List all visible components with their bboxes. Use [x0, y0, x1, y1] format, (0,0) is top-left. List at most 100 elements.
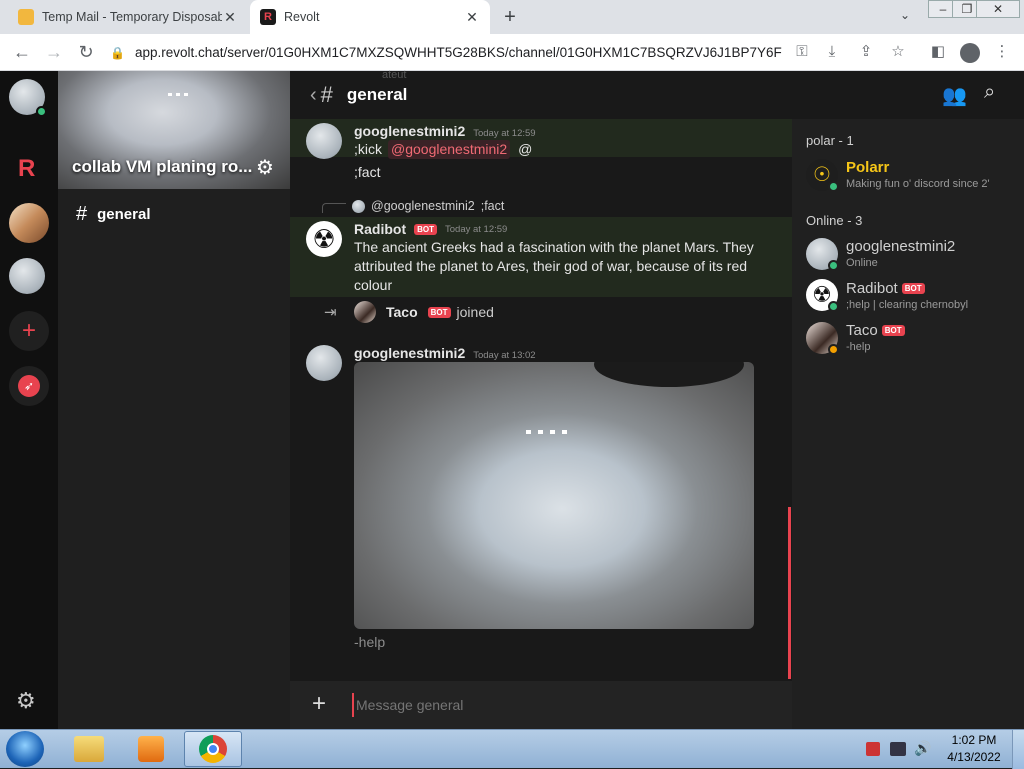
channel-item-general[interactable]: # general: [58, 199, 290, 229]
server-settings-gear-icon[interactable]: ⚙: [256, 155, 274, 180]
address-bar[interactable]: 🔒 app.revolt.chat/server/01G0HXM1C7MXZSQ…: [110, 39, 790, 66]
new-tab-button[interactable]: +: [498, 4, 522, 30]
channel-title: general: [346, 85, 408, 104]
tab-title: Temp Mail - Temporary Disposable: [42, 10, 222, 24]
message-author[interactable]: Radibot: [354, 221, 406, 237]
message-timestamp: Today at 13:02: [473, 350, 536, 361]
chrome-taskbar-button[interactable]: [184, 731, 242, 767]
message-header: googlenestmini2 Today at 13:02: [354, 345, 536, 361]
add-server-icon[interactable]: +: [9, 311, 49, 351]
clock-time[interactable]: 1:02 PM: [944, 733, 1004, 747]
key-icon[interactable]: ⚿: [792, 42, 812, 62]
member-name[interactable]: Polarr: [846, 159, 889, 176]
member-status: ;help | clearing chernobyl: [846, 299, 969, 311]
server-name[interactable]: collab VM planing ro...: [72, 157, 252, 177]
explorer-icon[interactable]: [74, 736, 104, 762]
back-chevron-icon[interactable]: ‹: [310, 84, 317, 107]
member-name[interactable]: Radibot: [846, 280, 898, 297]
reply-text: ;fact: [480, 199, 505, 213]
radiation-avatar-icon[interactable]: ☢: [306, 221, 342, 257]
message-text: ;kick: [354, 141, 382, 157]
members-icon[interactable]: 👥: [942, 83, 967, 108]
join-arrow-icon: ⇥: [324, 304, 337, 321]
browser-tab-strip: Temp Mail - Temporary Disposable ✕ R Rev…: [0, 0, 1024, 34]
server-bar: R + ➶ ⚙: [0, 71, 58, 729]
message-text: The ancient Greeks had a fascination wit…: [354, 239, 754, 293]
message-author[interactable]: googlenestmini2: [354, 123, 465, 139]
server-icon-pyramid[interactable]: [9, 203, 49, 243]
reply-connector: [322, 203, 346, 213]
join-text: joined: [456, 304, 494, 320]
online-status-dot: [828, 260, 839, 271]
tab-search-icon[interactable]: ⌄: [896, 8, 914, 26]
bot-badge: BOT: [427, 306, 451, 318]
tab-title: Revolt: [284, 10, 320, 24]
tray-network-icon[interactable]: [890, 742, 906, 756]
message-text: -help: [354, 634, 386, 650]
profile-avatar-icon[interactable]: [960, 43, 980, 63]
close-window-button[interactable]: ✕: [976, 0, 1020, 18]
revolt-home-icon[interactable]: R: [18, 155, 35, 183]
sidepanel-icon[interactable]: ◧: [928, 42, 948, 62]
tab-revolt[interactable]: R Revolt ✕: [250, 0, 490, 34]
member-name[interactable]: Taco: [846, 322, 878, 339]
member-status: Making fun o' discord since 2': [846, 178, 990, 190]
tray-flag-icon[interactable]: [866, 742, 880, 756]
menu-icon[interactable]: ⋮: [992, 42, 1012, 62]
mention[interactable]: @googlenestmini2: [388, 140, 511, 159]
url-text: app.revolt.chat/server/01G0HXM1C7MXZSQWH…: [134, 45, 782, 60]
member-name[interactable]: googlenestmini2: [846, 238, 955, 255]
settings-gear-icon[interactable]: ⚙: [16, 688, 36, 714]
scrollbar[interactable]: [788, 507, 791, 679]
back-icon[interactable]: ←: [10, 40, 34, 64]
online-status-dot: [828, 301, 839, 312]
member-status: -help: [846, 341, 871, 353]
message-body: ;kick @googlenestmini2 @: [354, 140, 532, 159]
upload-plus-icon[interactable]: +: [312, 690, 326, 718]
clock-date[interactable]: 4/13/2022: [944, 750, 1004, 764]
online-status-dot: [36, 106, 47, 117]
member-group-title: Online - 3: [806, 213, 863, 228]
star-icon[interactable]: ☆: [888, 42, 908, 62]
reload-icon[interactable]: ↻: [74, 40, 98, 64]
start-orb-icon[interactable]: [6, 731, 44, 767]
tray-volume-icon[interactable]: 🔊: [914, 740, 931, 757]
avatar[interactable]: [306, 123, 342, 159]
message-input[interactable]: [352, 693, 772, 717]
idle-status-dot: [828, 344, 839, 355]
member-name-row: Taco BOT: [846, 322, 905, 339]
channel-header: ‹ # general: [290, 71, 792, 119]
channel-label: general: [97, 205, 151, 223]
taco-avatar[interactable]: [354, 301, 376, 323]
show-desktop-button[interactable]: [1012, 730, 1024, 769]
revolt-favicon-icon: R: [260, 9, 276, 25]
close-tab-icon[interactable]: ✕: [222, 9, 238, 26]
members-panel: [792, 119, 1024, 729]
forward-icon[interactable]: →: [42, 40, 66, 64]
member-sidebar: 👥 ⌕ polar - 1 ☉ Polarr Making fun o' dis…: [792, 71, 1024, 729]
bot-badge: BOT: [414, 223, 437, 235]
tab-temp-mail[interactable]: Temp Mail - Temporary Disposable ✕: [8, 0, 248, 34]
download-icon[interactable]: ⤓: [822, 42, 842, 62]
avatar[interactable]: [306, 345, 342, 381]
message-image-attachment[interactable]: [354, 362, 754, 629]
message-header: googlenestmini2 Today at 12:59: [354, 123, 536, 139]
search-icon[interactable]: ⌕: [984, 81, 995, 104]
server-icon-collab[interactable]: [9, 258, 45, 294]
join-user[interactable]: Taco: [386, 304, 418, 320]
close-tab-icon[interactable]: ✕: [464, 9, 480, 26]
member-status: Online: [846, 257, 878, 269]
reply-preview[interactable]: @googlenestmini2 ;fact: [352, 199, 504, 213]
online-status-dot: [828, 181, 839, 192]
discover-icon[interactable]: ➶: [9, 366, 49, 406]
browser-toolbar: ← → ↻ 🔒 app.revolt.chat/server/01G0HXM1C…: [0, 34, 1024, 71]
message-author[interactable]: googlenestmini2: [354, 345, 465, 361]
channel-hash-icon: #: [320, 82, 333, 107]
share-icon[interactable]: ⇪: [856, 42, 876, 62]
reply-avatar: [352, 199, 365, 213]
chrome-icon: [199, 735, 227, 763]
media-player-icon[interactable]: [138, 736, 164, 762]
lock-icon: 🔒: [110, 45, 125, 60]
windows-taskbar: 🔊 1:02 PM 4/13/2022: [0, 729, 1024, 769]
reply-author: @googlenestmini2: [371, 199, 475, 213]
